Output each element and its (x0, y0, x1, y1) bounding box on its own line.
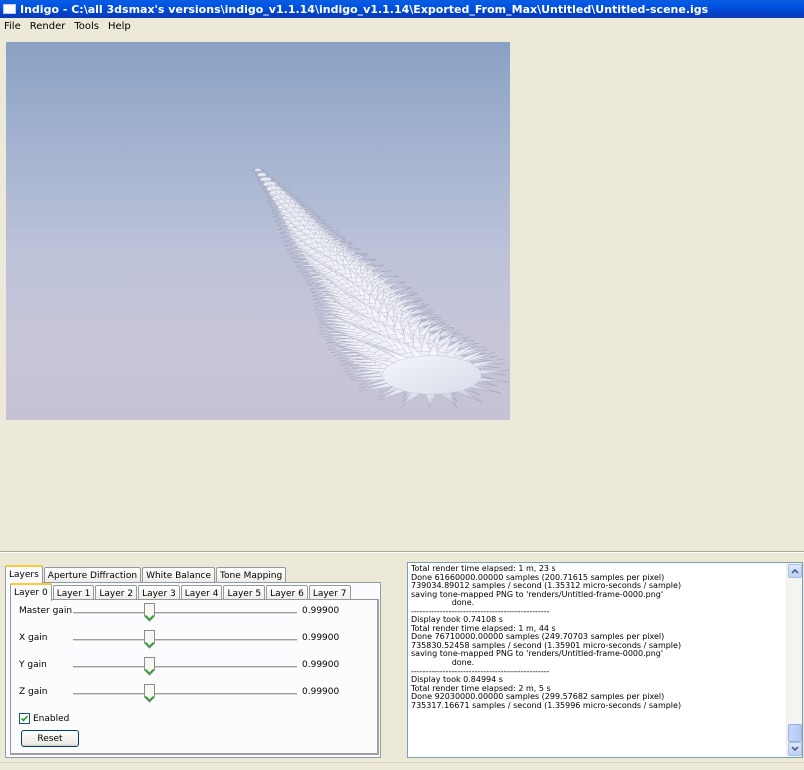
scroll-down-button[interactable] (788, 742, 802, 756)
chevron-up-icon (791, 568, 799, 574)
x-gain-slider-thumb[interactable] (144, 630, 156, 649)
window-icon (3, 4, 16, 14)
indigo-window: Indigo - C:\all 3dsmax's versions\indigo… (0, 0, 804, 770)
z-gain-slider-thumb[interactable] (144, 684, 156, 703)
y-gain-value: 0.99900 (302, 660, 340, 670)
render-view[interactable] (6, 42, 510, 420)
tab-white-balance[interactable]: White Balance (142, 567, 216, 583)
render-image (252, 167, 510, 410)
tab-tone-mapping[interactable]: Tone Mapping (216, 567, 287, 583)
reset-button[interactable]: Reset (21, 730, 79, 747)
z-gain-label: Z gain (19, 687, 48, 697)
y-gain-slider[interactable] (73, 666, 297, 669)
y-gain-slider-thumb[interactable] (144, 657, 156, 676)
master-gain-slider-thumb[interactable] (144, 603, 156, 622)
master-gain-label: Master gain (19, 606, 73, 616)
menu-help[interactable]: Help (104, 21, 136, 32)
check-icon (20, 715, 29, 722)
menu-file[interactable]: File (0, 21, 26, 32)
master-gain-value: 0.99900 (302, 606, 340, 616)
enabled-label: Enabled (33, 713, 70, 724)
enabled-checkbox[interactable] (19, 713, 30, 724)
status-bar (0, 762, 804, 770)
enabled-row: Enabled (19, 713, 69, 724)
y-gain-label: Y gain (19, 660, 47, 670)
splitter[interactable] (0, 551, 804, 553)
x-gain-label: X gain (19, 633, 48, 643)
log-scrollbar[interactable] (786, 563, 802, 757)
x-gain-value: 0.99900 (302, 633, 340, 643)
master-gain-slider[interactable] (73, 612, 297, 615)
z-gain-value: 0.99900 (302, 687, 340, 697)
x-gain-row: X gain 0.99900 (11, 630, 376, 650)
layer-0-body: Master gain 0.99900 X gain 0.99900 Y gai… (10, 599, 379, 755)
tab-aperture-diffraction[interactable]: Aperture Diffraction (43, 567, 142, 583)
window-title: Indigo - C:\all 3dsmax's versions\indigo… (20, 2, 709, 16)
menu-bar: File Render Tools Help (0, 18, 804, 35)
log-line: 735317.16671 samples / second (1.35996 m… (411, 700, 682, 710)
chevron-down-icon (791, 746, 799, 752)
menu-tools[interactable]: Tools (70, 21, 104, 32)
z-gain-slider[interactable] (73, 693, 297, 696)
scroll-thumb[interactable] (788, 724, 802, 742)
z-gain-row: Z gain 0.99900 (11, 684, 376, 704)
x-gain-slider[interactable] (73, 639, 297, 642)
tab-layers[interactable]: Layers (5, 565, 43, 583)
panel-tabs: Layers Aperture Diffraction White Balanc… (5, 563, 287, 583)
scroll-up-button[interactable] (788, 564, 802, 578)
title-bar[interactable]: Indigo - C:\all 3dsmax's versions\indigo… (0, 0, 804, 18)
spiky-tube (252, 167, 510, 410)
layers-tab-body: Layer 0 Layer 1 Layer 2 Layer 3 Layer 4 … (5, 582, 381, 758)
tab-layer-0[interactable]: Layer 0 (10, 583, 52, 601)
y-gain-row: Y gain 0.99900 (11, 657, 376, 677)
log-text: Total render time elapsed: 1 m, 23 s Done… (411, 564, 785, 710)
master-gain-row: Master gain 0.99900 (11, 603, 376, 623)
settings-panel: Layers Aperture Diffraction White Balanc… (5, 563, 383, 758)
log-panel[interactable]: Total render time elapsed: 1 m, 23 s Done… (407, 562, 803, 758)
menu-render[interactable]: Render (26, 21, 71, 32)
